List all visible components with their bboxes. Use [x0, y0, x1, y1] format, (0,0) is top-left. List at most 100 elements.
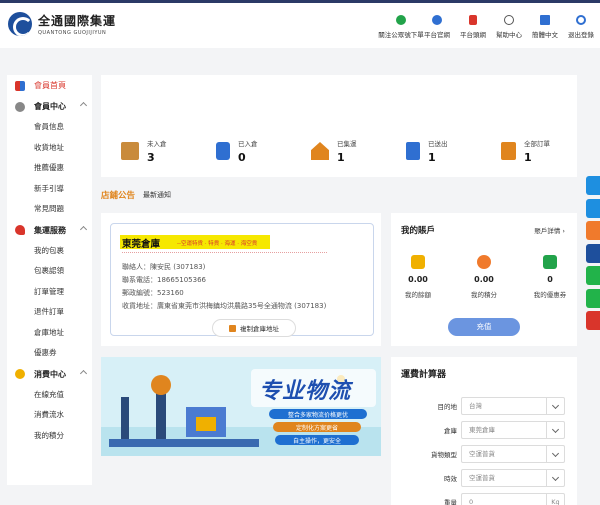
logo-subtitle: QUANTONG GUOJIJIYUN: [38, 30, 107, 36]
coins-icon: [411, 255, 425, 269]
wechat-icon[interactable]: [586, 288, 600, 308]
chat-icon[interactable]: [586, 176, 600, 195]
warehouse-info-box: 東莞倉庫 --空運特貨 · 特貨 · 海運 · 海空貨 聯絡人：陳安民 (307…: [110, 223, 374, 337]
sidebar-group-member[interactable]: 會員中心: [7, 96, 92, 117]
chevron-up-icon: [79, 101, 88, 110]
qq-icon[interactable]: [586, 198, 600, 218]
sidebar-item-home[interactable]: 會員首頁: [7, 75, 92, 96]
chevron-down-icon: [546, 398, 564, 414]
copy-icon: [229, 324, 236, 332]
notice-bar: 店鋪公告 最新通知: [101, 186, 577, 204]
sidebar-group-consumption[interactable]: 消費中心: [7, 364, 92, 385]
brand-logo[interactable]: 全通國際集運 QUANTONG GUOJIJIYUN: [8, 12, 116, 36]
top-nav: 關注公眾號下單 平台官網 平台頭網 幫助中心 簡體中文 退出登錄: [378, 15, 596, 39]
document-icon: [406, 142, 420, 160]
warehouse-title: 東莞倉庫: [122, 239, 161, 250]
account-details-link[interactable]: 賬戶詳情 ›: [534, 225, 565, 235]
chevron-down-icon: [546, 422, 564, 438]
phone-icon: [469, 15, 477, 25]
box-icon: [121, 142, 139, 160]
timeliness-select[interactable]: 空運普貨: [461, 469, 565, 487]
sidebar-item-warehouse[interactable]: 倉庫地址: [7, 323, 92, 344]
sidebar-item-faq[interactable]: 常見問題: [7, 199, 92, 220]
sidebar-item-recharge[interactable]: 在線充值: [7, 385, 92, 406]
points-icon: [477, 255, 491, 269]
chevron-right-icon: ›: [562, 227, 565, 235]
order-stats-card: 未入倉 3 已入倉 0 已集運 1 已送出 1 全部訂單 1: [101, 75, 577, 177]
coupons-stat[interactable]: 0 我的優惠券: [525, 255, 575, 299]
nav-language[interactable]: 簡體中文: [530, 15, 560, 39]
chevron-up-icon: [79, 369, 88, 377]
phone-icon[interactable]: [586, 221, 600, 240]
warehouse-address: 收貨地址：廣東省東莞市洪梅鎮均洪農路35号全通物流 (307183): [122, 302, 327, 310]
stat-not-in-warehouse[interactable]: 未入倉 3: [121, 138, 167, 164]
warehouse-phone: 聯系電話：18665105366: [122, 276, 206, 284]
warehouse-card: 東莞倉庫 --空運特貨 · 特貨 · 海運 · 海空貨 聯絡人：陳安民 (307…: [101, 213, 381, 346]
facebook-icon[interactable]: [586, 243, 600, 263]
coupon-icon: [543, 255, 557, 269]
account-title: 我的賬戶: [401, 226, 436, 236]
power-icon: [576, 15, 586, 25]
notice-title: 店鋪公告: [101, 191, 136, 201]
sidebar-item-guide[interactable]: 新手引導: [7, 179, 92, 200]
sidebar-item-packages[interactable]: 我的包裹: [7, 241, 92, 262]
chevron-down-icon: [546, 470, 564, 486]
sidebar-item-returns[interactable]: 退件訂單: [7, 302, 92, 323]
line-icon[interactable]: [586, 266, 600, 285]
warehouse-postal: 郵政編號：523160: [122, 289, 184, 297]
copy-address-button[interactable]: 複制倉庫地址: [212, 319, 296, 337]
recharge-button[interactable]: 充值: [448, 318, 520, 336]
calc-title: 運費計算器: [401, 370, 447, 380]
warehouse-contact: 聯絡人：陳安民 (307183): [122, 263, 206, 271]
check-circle-icon: [396, 15, 406, 25]
warehouse-row: 倉庫 東莞倉庫: [391, 421, 577, 439]
destination-select[interactable]: 台灣: [461, 397, 565, 415]
dashboard-icon: [15, 80, 25, 91]
sidebar-item-transactions[interactable]: 消費流水: [7, 405, 92, 426]
sidebar-item-claim[interactable]: 包裹認領: [7, 261, 92, 282]
banner-line-1: 整合多家物流价格更优: [287, 412, 348, 419]
points-stat[interactable]: 0.00 我的積分: [459, 255, 509, 299]
nav-platform-mobile[interactable]: 平台頭網: [458, 15, 488, 39]
latest-news-link[interactable]: 最新通知: [143, 190, 171, 200]
house-icon: [311, 142, 329, 160]
top-header: 全通國際集運 QUANTONG GUOJIJIYUN 關注公眾號下單 平台官網 …: [0, 0, 600, 48]
balance-stat[interactable]: 0.00 我的餘額: [393, 255, 443, 299]
nav-follow-account[interactable]: 關注公眾號下單: [378, 15, 424, 39]
nav-help-center[interactable]: 幫助中心: [494, 15, 524, 39]
promo-banner[interactable]: 专业物流 整合多家物流价格更优 定制化方案更省 自主操作，更安全: [101, 357, 381, 456]
nav-logout[interactable]: 退出登錄: [566, 15, 596, 39]
clipboard-icon: [501, 142, 516, 160]
phone-check-icon: [216, 142, 230, 160]
timeliness-row: 時效 空運普貨: [391, 469, 577, 487]
chevron-down-icon: [546, 446, 564, 462]
sidebar-item-member-info[interactable]: 會員信息: [7, 117, 92, 138]
sidebar-item-address[interactable]: 收貨地址: [7, 138, 92, 159]
nav-official-site[interactable]: 平台官網: [422, 15, 452, 39]
freight-calculator: 運費計算器 目的地 台灣 倉庫 東莞倉庫 貨物類型 空運普貨 時效 空運普貨 重…: [391, 357, 577, 505]
warehouse-select[interactable]: 東莞倉庫: [461, 421, 565, 439]
weight-input[interactable]: 0 Kg: [461, 493, 565, 505]
stat-consolidated[interactable]: 已集運 1: [311, 138, 357, 164]
chevron-up-icon: [79, 225, 88, 233]
sidebar-item-points[interactable]: 我的積分: [7, 426, 92, 447]
account-card: 我的賬戶 賬戶詳情 › 0.00 我的餘額 0.00 我的積分 0 我的優惠券 …: [391, 213, 577, 346]
cargo-type-select[interactable]: 空運普貨: [461, 445, 565, 463]
sidebar-item-referral[interactable]: 推薦優惠: [7, 158, 92, 179]
stat-all-orders[interactable]: 全部訂單 1: [501, 138, 550, 164]
member-icon: [15, 101, 25, 112]
rocket-icon: [15, 225, 25, 235]
qr-icon[interactable]: [586, 311, 600, 330]
sidebar-item-orders[interactable]: 訂單管理: [7, 282, 92, 303]
banner-line-3: 自主操作，更安全: [292, 438, 341, 445]
logo-title: 全通國際集運: [38, 14, 117, 28]
cargo-type-row: 貨物類型 空運普貨: [391, 445, 577, 463]
stat-in-warehouse[interactable]: 已入倉 0: [216, 138, 258, 164]
stat-shipped[interactable]: 已送出 1: [406, 138, 448, 164]
warehouse-subtitle: --空運特貨 · 特貨 · 海運 · 海空貨: [177, 241, 258, 247]
sidebar-item-coupons[interactable]: 優惠券: [7, 343, 92, 364]
globe-icon: [432, 15, 442, 25]
sidebar: 會員首頁 會員中心 會員信息 收貨地址 推薦優惠 新手引導 常見問題 集運服務 …: [7, 75, 92, 485]
destination-row: 目的地 台灣: [391, 397, 577, 415]
sidebar-group-shipping[interactable]: 集運服務: [7, 220, 92, 241]
